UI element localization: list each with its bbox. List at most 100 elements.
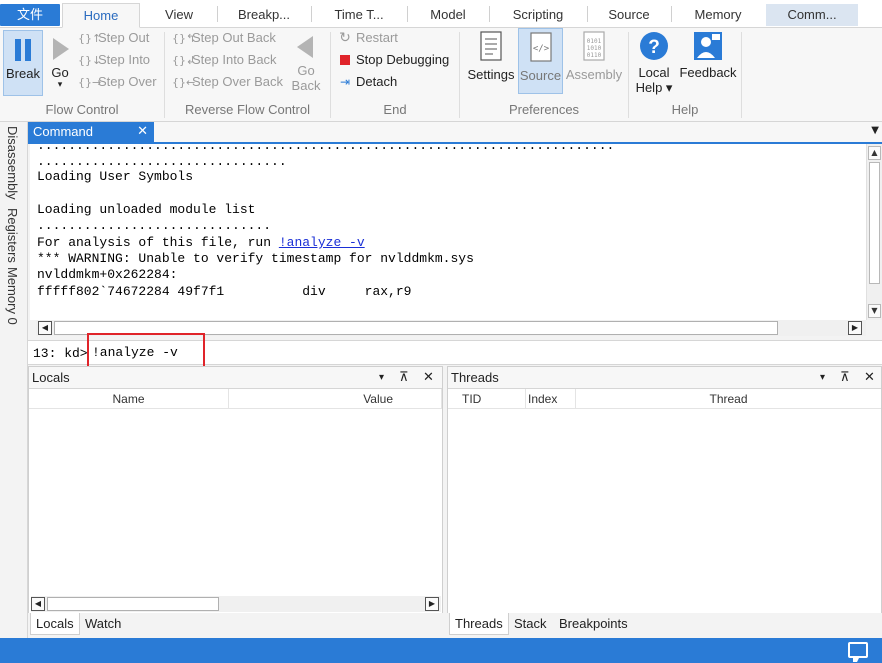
group-label-reverse-flow-control: Reverse Flow Control	[185, 102, 310, 117]
threads-bottom-tabs: Threads Stack Breakpoints	[447, 613, 882, 635]
side-tab-registers[interactable]: Registers	[5, 208, 20, 263]
output-vertical-scrollbar[interactable]: ▲ ▼	[866, 144, 882, 320]
status-bar	[0, 638, 882, 663]
tab-list-dropdown-icon[interactable]: ▼	[871, 125, 879, 136]
go-back-label-1: Go	[297, 63, 315, 78]
scroll-thumb[interactable]	[47, 597, 219, 611]
tab-breakpoints[interactable]: Breakp...	[218, 3, 310, 28]
tab-memory[interactable]: Memory	[672, 3, 764, 28]
scroll-left-icon[interactable]: ◀	[38, 321, 52, 335]
source-code-icon: </>	[529, 32, 552, 62]
step-out-back-button[interactable]: {}↰Step Out Back	[172, 28, 276, 48]
pause-icon	[15, 39, 31, 61]
scroll-thumb[interactable]	[869, 162, 880, 284]
tab-file[interactable]: 文件	[0, 4, 60, 26]
assembly-label: Assembly	[565, 67, 623, 82]
dropdown-icon[interactable]: ▾	[379, 367, 384, 389]
feedback-button[interactable]: Feedback	[678, 30, 738, 96]
command-tab-title: Command	[33, 124, 93, 139]
output-line: Loading unloaded module list	[37, 202, 256, 217]
output-line: fffff802`74672284 49f7f1 div rax,r9	[37, 284, 412, 299]
column-header-name[interactable]: Name	[29, 389, 229, 409]
go-back-button[interactable]: Go Back	[288, 30, 324, 96]
go-button[interactable]: Go ▾	[46, 30, 74, 96]
go-dropdown-icon[interactable]: ▾	[46, 80, 74, 89]
local-help-button[interactable]: ? Local Help ▾	[634, 30, 674, 96]
side-tab-disassembly[interactable]: Disassembly	[5, 126, 20, 200]
stop-debugging-button[interactable]: Stop Debugging	[336, 50, 449, 70]
detach-label: Detach	[356, 74, 398, 89]
step-over-back-label: Step Over Back	[192, 74, 284, 89]
help-icon: ?	[640, 32, 668, 60]
assembly-mode-button[interactable]: 0101 1010 0110 Assembly	[565, 30, 623, 96]
column-header-index[interactable]: Index	[526, 389, 576, 409]
step-over-button[interactable]: {}→Step Over	[78, 72, 157, 92]
step-into-button[interactable]: {}↓Step Into	[78, 50, 150, 70]
detach-icon: ⇥	[339, 75, 351, 89]
restart-icon: ↻	[339, 30, 351, 46]
tab-view[interactable]: View	[142, 3, 216, 28]
prompt-label: 13: kd>	[33, 346, 88, 361]
column-header-value[interactable]: Value	[229, 389, 442, 409]
scroll-right-icon[interactable]: ▶	[848, 321, 862, 335]
dropdown-icon[interactable]: ▾	[820, 367, 825, 389]
tab-threads[interactable]: Threads	[449, 613, 509, 635]
step-out-label: Step Out	[98, 30, 150, 45]
tab-command[interactable]: Comm...	[766, 4, 858, 26]
detach-button[interactable]: ⇥ Detach	[336, 72, 397, 92]
tab-model[interactable]: Model	[408, 3, 488, 28]
step-out-icon: {}↑	[78, 32, 102, 45]
tab-breakpoints[interactable]: Breakpoints	[554, 613, 633, 635]
pin-icon[interactable]: ⊼	[399, 367, 409, 389]
tab-stack[interactable]: Stack	[509, 613, 552, 635]
scroll-left-icon[interactable]: ◀	[31, 597, 45, 611]
locals-horizontal-scrollbar[interactable]: ◀ ▶	[31, 596, 441, 612]
command-tab[interactable]: Command ✕	[28, 122, 154, 144]
tab-scripting[interactable]: Scripting	[490, 3, 586, 28]
source-mode-button[interactable]: </> Source	[518, 28, 563, 94]
step-into-back-button[interactable]: {}↲Step Into Back	[172, 50, 277, 70]
restart-button[interactable]: ↻ Restart	[336, 28, 398, 48]
tab-locals[interactable]: Locals	[30, 613, 80, 635]
scroll-up-icon[interactable]: ▲	[868, 146, 881, 160]
output-line: ........................................…	[37, 144, 615, 153]
settings-button[interactable]: Settings	[466, 30, 516, 96]
scroll-down-icon[interactable]: ▼	[868, 304, 881, 318]
analyze-link[interactable]: !analyze -v	[279, 235, 365, 250]
step-over-back-button[interactable]: {}←Step Over Back	[172, 72, 283, 92]
threads-pane-title: Threads	[451, 370, 499, 385]
close-icon[interactable]: ✕	[137, 122, 148, 142]
step-into-label: Step Into	[98, 52, 151, 67]
column-header-thread[interactable]: Thread	[576, 389, 881, 409]
chat-feedback-icon[interactable]	[848, 642, 868, 662]
source-label: Source	[519, 68, 562, 83]
scroll-right-icon[interactable]: ▶	[425, 597, 439, 611]
command-input[interactable]	[88, 341, 880, 364]
local-help-label-2: Help ▾	[635, 80, 673, 95]
tab-watch[interactable]: Watch	[80, 613, 126, 635]
feedback-label: Feedback	[679, 65, 737, 80]
highlight-annotation	[87, 333, 205, 369]
ribbon: Break Go ▾ {}↑Step Out {}↓Step Into {}→S…	[0, 28, 882, 122]
group-label-preferences: Preferences	[508, 102, 580, 117]
close-icon[interactable]: ✕	[864, 367, 875, 389]
column-header-tid[interactable]: TID	[448, 389, 526, 409]
group-divider	[741, 32, 742, 118]
step-out-button[interactable]: {}↑Step Out	[78, 28, 149, 48]
step-into-back-label: Step Into Back	[192, 52, 277, 67]
pin-icon[interactable]: ⊼	[840, 367, 850, 389]
close-icon[interactable]: ✕	[423, 367, 434, 389]
locals-pane: Locals ▾ ⊼ ✕ Name Value ◀ ▶	[28, 366, 443, 616]
side-tab-memory0[interactable]: Memory 0	[5, 267, 20, 325]
command-output[interactable]: ........................................…	[30, 144, 866, 320]
tab-time-travel[interactable]: Time T...	[312, 3, 406, 28]
output-line: ................................	[37, 154, 287, 169]
break-label: Break	[6, 66, 40, 81]
svg-text:0101: 0101	[587, 38, 602, 45]
break-button[interactable]: Break	[3, 30, 43, 96]
svg-text:1010: 1010	[587, 45, 602, 52]
svg-text:</>: </>	[532, 44, 549, 54]
stop-icon	[336, 51, 354, 71]
tab-source[interactable]: Source	[588, 3, 670, 28]
tab-home[interactable]: Home	[62, 3, 140, 28]
